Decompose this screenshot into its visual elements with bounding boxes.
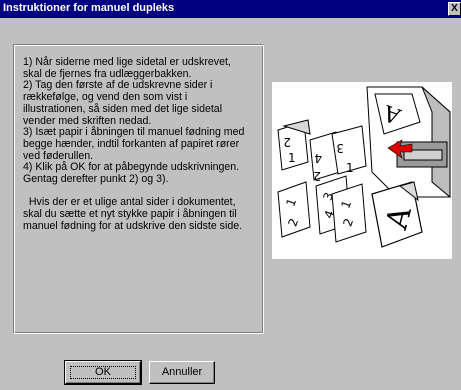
instructions-panel: 1) Når siderne med lige sidetal er udskr…	[13, 44, 264, 334]
ok-button-label: OK	[95, 366, 111, 378]
cancel-button[interactable]: Annuller	[149, 361, 215, 384]
cancel-button-label: Annuller	[161, 366, 203, 378]
page-digit-2: 1	[288, 151, 296, 165]
window-title: Instruktioner for manuel dupleks	[3, 2, 175, 14]
page-digit-5: 1	[346, 161, 354, 175]
page-digit-1: 2	[283, 135, 291, 149]
close-button[interactable]: X	[448, 2, 461, 16]
page-digit-4: 3	[336, 141, 344, 155]
printer-duplex-icon: A 2 1 4 3 1 2 1 2 3 4 1 2 A	[277, 86, 451, 248]
ok-button[interactable]: OK	[64, 360, 142, 385]
page-digit-3: 4	[314, 151, 322, 165]
instructions-text: 1) Når siderne med lige sidetal er udskr…	[23, 56, 245, 232]
title-bar: Instruktioner for manuel dupleks X	[0, 0, 461, 18]
duplex-illustration: A 2 1 4 3 1 2 1 2 3 4 1 2 A	[272, 82, 452, 259]
close-icon: X	[451, 3, 458, 14]
page-digit-6: 2	[313, 169, 321, 183]
